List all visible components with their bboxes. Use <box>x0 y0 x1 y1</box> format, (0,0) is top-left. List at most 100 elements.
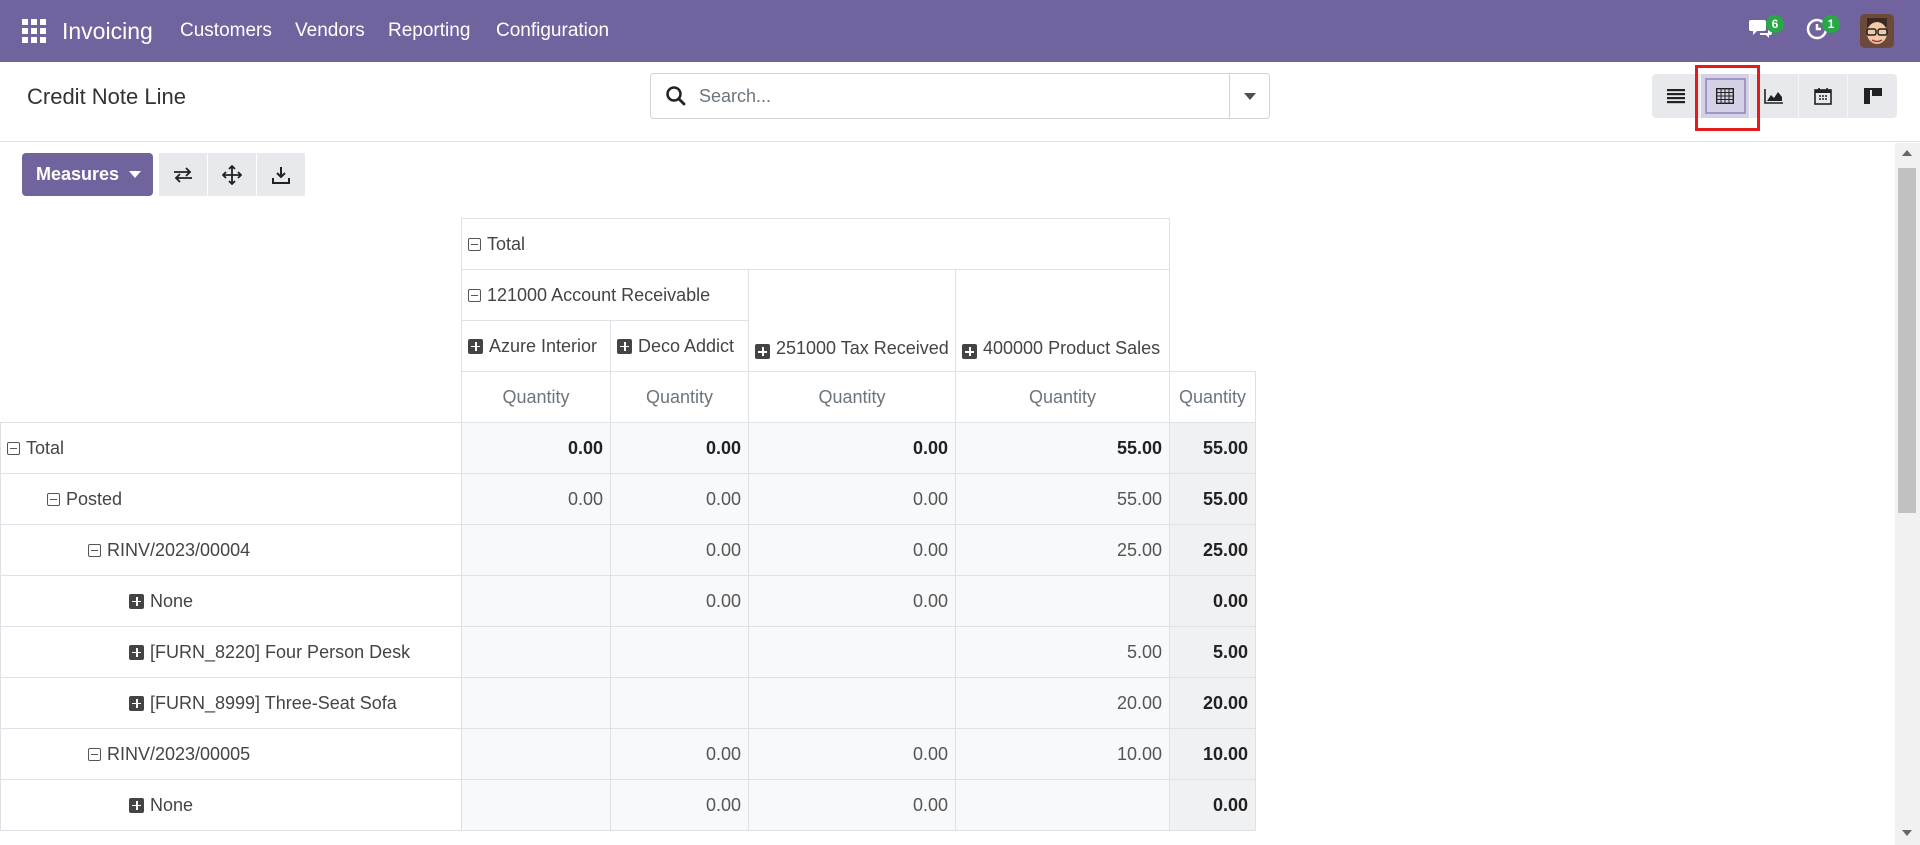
pivot-cell[interactable]: 0.00 <box>461 422 611 474</box>
measures-label: Measures <box>36 164 120 184</box>
pivot-cell[interactable]: 55.00 <box>1169 473 1256 525</box>
row-header[interactable]: None <box>0 779 462 831</box>
row-header[interactable]: [FURN_8999] Three-Seat Sofa <box>0 677 462 729</box>
measure-header[interactable]: Quantity <box>610 371 749 423</box>
pivot-cell[interactable] <box>461 626 611 678</box>
pivot-cell[interactable]: 25.00 <box>955 524 1170 576</box>
pivot-cell[interactable]: 10.00 <box>1169 728 1256 780</box>
scroll-down-icon[interactable] <box>1902 830 1912 836</box>
cell-value: 0.00 <box>567 488 603 509</box>
pivot-cell[interactable]: 0.00 <box>1169 779 1256 831</box>
measure-header[interactable]: Quantity <box>1169 371 1256 423</box>
row-header[interactable]: Posted <box>0 473 462 525</box>
pivot-cell[interactable] <box>748 677 956 729</box>
graph-view-button[interactable] <box>1750 74 1799 118</box>
pivot-cell[interactable]: 20.00 <box>955 677 1170 729</box>
menu-vendors[interactable]: Vendors <box>295 20 365 42</box>
measures-button[interactable]: Measures <box>22 153 153 196</box>
pivot-cell[interactable]: 0.00 <box>461 473 611 525</box>
measure-header[interactable]: Quantity <box>748 371 956 423</box>
measure-header[interactable]: Quantity <box>955 371 1170 423</box>
apps-grid-icon[interactable] <box>22 19 46 43</box>
row-header[interactable]: None <box>0 575 462 627</box>
pivot-cell[interactable]: 0.00 <box>748 728 956 780</box>
pivot-cell[interactable] <box>610 626 749 678</box>
pivot-cell[interactable]: 25.00 <box>1169 524 1256 576</box>
pivot-cell[interactable]: 0.00 <box>748 473 956 525</box>
pivot-cell[interactable]: 0.00 <box>610 779 749 831</box>
measure-header[interactable]: Quantity <box>461 371 611 423</box>
scroll-up-icon[interactable] <box>1902 150 1912 156</box>
expand-icon <box>617 338 632 354</box>
col-header-label: Deco Addict <box>638 335 735 356</box>
col-header-tax-received[interactable]: 251000 Tax Received <box>748 269 956 372</box>
pivot-cell[interactable] <box>955 779 1170 831</box>
measure-label: Quantity <box>502 386 570 407</box>
cell-value: 0.00 <box>912 743 948 764</box>
menu-configuration[interactable]: Configuration <box>496 20 609 42</box>
row-header-label: None <box>150 794 194 815</box>
menu-reporting[interactable]: Reporting <box>388 20 470 42</box>
pivot-cell[interactable] <box>461 524 611 576</box>
cell-value: 10.00 <box>1116 743 1162 764</box>
avatar-face-icon <box>1860 14 1894 48</box>
page-title[interactable]: Credit Note Line <box>27 84 186 110</box>
collapse-icon <box>88 747 101 761</box>
user-avatar[interactable] <box>1860 14 1894 48</box>
row-header-label: [FURN_8999] Three-Seat Sofa <box>150 692 397 713</box>
col-header-deco-addict[interactable]: Deco Addict <box>610 320 749 372</box>
app-name[interactable]: Invoicing <box>62 18 153 45</box>
pivot-cell[interactable]: 0.00 <box>1169 575 1256 627</box>
pivot-view-button[interactable] <box>1701 74 1750 118</box>
col-header-azure-interior[interactable]: Azure Interior <box>461 320 611 372</box>
pivot-cell[interactable] <box>461 677 611 729</box>
row-header[interactable]: RINV/2023/00004 <box>0 524 462 576</box>
pivot-cell[interactable]: 0.00 <box>748 779 956 831</box>
pivot-cell[interactable]: 55.00 <box>955 473 1170 525</box>
pivot-cell[interactable] <box>748 626 956 678</box>
pivot-cell[interactable]: 0.00 <box>610 728 749 780</box>
graph-view-icon <box>1764 89 1783 104</box>
collapse-icon <box>7 441 20 455</box>
cell-value: 0.00 <box>705 590 741 611</box>
pivot-cell[interactable]: 0.00 <box>748 524 956 576</box>
pivot-cell[interactable]: 10.00 <box>955 728 1170 780</box>
list-view-button[interactable] <box>1652 74 1701 118</box>
pivot-cell[interactable]: 55.00 <box>1169 422 1256 474</box>
pivot-cell[interactable] <box>461 575 611 627</box>
scrollbar-thumb[interactable] <box>1898 168 1916 513</box>
pivot-cell[interactable]: 0.00 <box>748 575 956 627</box>
pivot-cell[interactable]: 0.00 <box>610 422 749 474</box>
row-header[interactable]: RINV/2023/00005 <box>0 728 462 780</box>
pivot-cell[interactable]: 20.00 <box>1169 677 1256 729</box>
cell-value: 0.00 <box>705 794 741 815</box>
kanban-view-button[interactable] <box>1848 74 1897 118</box>
pivot-cell[interactable]: 55.00 <box>955 422 1170 474</box>
expand-all-button[interactable] <box>208 153 256 196</box>
menu-customers[interactable]: Customers <box>180 20 272 42</box>
col-header-total[interactable]: Total <box>461 218 1170 270</box>
flip-axis-button[interactable] <box>159 153 207 196</box>
pivot-cell[interactable]: 0.00 <box>610 524 749 576</box>
pivot-cell[interactable]: 0.00 <box>610 575 749 627</box>
pivot-cell[interactable] <box>461 779 611 831</box>
cell-value: 0.00 <box>912 794 948 815</box>
pivot-cell[interactable]: 0.00 <box>610 473 749 525</box>
pivot-cell[interactable] <box>955 575 1170 627</box>
pivot-cell[interactable] <box>461 728 611 780</box>
col-header-account-receivable[interactable]: 121000 Account Receivable <box>461 269 749 321</box>
search-input[interactable] <box>699 75 1199 117</box>
search-options-toggle[interactable] <box>1229 74 1269 118</box>
pivot-cell[interactable]: 5.00 <box>955 626 1170 678</box>
pivot-cell[interactable]: 0.00 <box>748 422 956 474</box>
col-header-label: 400000 Product Sales <box>983 338 1161 358</box>
pivot-cell[interactable]: 5.00 <box>1169 626 1256 678</box>
cell-value: 5.00 <box>1126 641 1162 662</box>
calendar-view-button[interactable] <box>1799 74 1848 118</box>
row-header[interactable]: [FURN_8220] Four Person Desk <box>0 626 462 678</box>
download-xlsx-button[interactable] <box>257 153 305 196</box>
top-navbar: Invoicing Customers Vendors Reporting Co… <box>0 0 1920 62</box>
pivot-cell[interactable] <box>610 677 749 729</box>
col-header-product-sales[interactable]: 400000 Product Sales <box>955 269 1170 372</box>
row-header[interactable]: Total <box>0 422 462 474</box>
